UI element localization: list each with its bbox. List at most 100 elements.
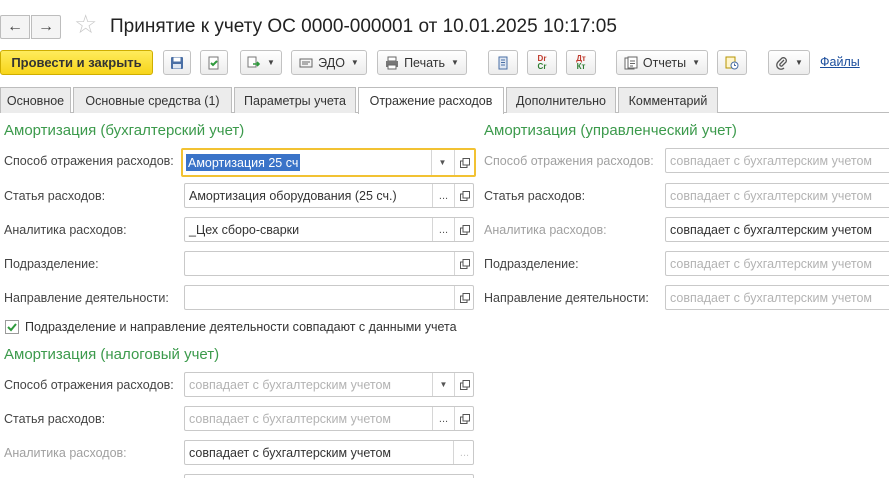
management-section-title: Амортизация (управленческий учет) — [484, 122, 737, 139]
ellipsis-icon[interactable]: ... — [432, 407, 454, 430]
accounting-item-label: Статья расходов: — [4, 189, 106, 203]
dt-kt-button[interactable]: Дт Кт — [566, 50, 596, 75]
print-button[interactable]: Печать ▼ — [377, 50, 467, 75]
tax-analytics-label: Аналитика расходов: — [4, 446, 127, 460]
history-button[interactable] — [717, 50, 747, 75]
attachments-button[interactable]: ▼ — [768, 50, 810, 75]
management-division-label: Подразделение: — [484, 257, 579, 271]
report-icon — [624, 56, 638, 69]
management-analytics-value: совпадает с бухгалтерским учетом — [670, 222, 873, 237]
reports-button[interactable]: Отчеты ▼ — [616, 50, 708, 75]
document-clock-icon — [725, 56, 739, 69]
floppy-disk-icon — [171, 56, 183, 69]
arrow-right-icon: → — [38, 18, 54, 35]
chevron-down-icon: ▼ — [692, 58, 701, 67]
tab-main[interactable]: Основное — [0, 87, 71, 113]
accounting-analytics-value: _Цех сборо-сварки — [189, 222, 300, 237]
favorite-star-icon[interactable]: ☆ — [74, 11, 97, 37]
same-as-accounting-label[interactable]: Подразделение и направление деятельности… — [25, 320, 457, 334]
management-analytics-field[interactable]: совпадает с бухгалтерским учетом — [665, 217, 889, 242]
files-link[interactable]: Файлы — [820, 55, 860, 69]
ellipsis-icon[interactable]: ... — [432, 184, 454, 207]
post-and-close-button[interactable]: Провести и закрыть — [0, 50, 153, 75]
management-division-placeholder: совпадает с бухгалтерским учетом — [670, 256, 873, 271]
accounting-method-label: Способ отражения расходов: — [4, 154, 174, 168]
chevron-down-icon: ▼ — [267, 58, 275, 67]
document-title: Принятие к учету ОС 0000-000001 от 10.01… — [110, 16, 617, 37]
open-icon[interactable] — [454, 218, 473, 241]
kt-text: Кт — [576, 61, 586, 71]
tax-method-placeholder: совпадает с бухгалтерским учетом — [189, 377, 392, 392]
post-button[interactable] — [200, 50, 228, 75]
ellipsis-icon[interactable]: ... — [432, 218, 454, 241]
management-analytics-label: Аналитика расходов: — [484, 223, 607, 237]
create-based-on-icon — [247, 56, 261, 67]
tax-analytics-field[interactable]: совпадает с бухгалтерским учетом ... — [184, 440, 474, 465]
accounting-analytics-field[interactable]: _Цех сборо-сварки ... — [184, 217, 474, 242]
open-icon[interactable] — [454, 373, 473, 396]
management-item-field[interactable]: совпадает с бухгалтерским учетом — [665, 183, 889, 208]
forward-button[interactable]: → — [31, 15, 61, 39]
dr-cr-button[interactable]: Dr Cr — [527, 50, 557, 75]
cr-text: Cr — [537, 61, 547, 71]
open-icon[interactable] — [454, 252, 473, 275]
edo-icon — [299, 58, 313, 67]
management-method-placeholder: совпадает с бухгалтерским учетом — [670, 153, 873, 168]
ellipsis-icon: ... — [453, 441, 473, 464]
accounting-section-title: Амортизация (бухгалтерский учет) — [4, 122, 245, 139]
tab-comment[interactable]: Комментарий — [618, 87, 718, 113]
print-label: Печать — [404, 55, 446, 70]
accounting-method-field[interactable]: Амортизация 25 сч ▼ — [181, 148, 476, 177]
chevron-down-icon: ▼ — [451, 58, 459, 67]
post-document-icon — [208, 56, 219, 69]
accounting-division-label: Подразделение: — [4, 257, 99, 271]
management-activity-field[interactable]: совпадает с бухгалтерским учетом — [665, 285, 889, 310]
create-based-on-button[interactable]: ▼ — [240, 50, 282, 75]
open-icon[interactable] — [454, 407, 473, 430]
tax-method-field[interactable]: совпадает с бухгалтерским учетом ▼ — [184, 372, 474, 397]
accounting-analytics-label: Аналитика расходов: — [4, 223, 127, 237]
tax-item-field[interactable]: совпадает с бухгалтерским учетом ... — [184, 406, 474, 431]
accounting-item-value: Амортизация оборудования (25 сч.) — [189, 188, 397, 203]
tax-item-placeholder: совпадает с бухгалтерским учетом — [189, 411, 392, 426]
checkmark-icon — [7, 323, 17, 332]
tab-accounting-params[interactable]: Параметры учета — [234, 87, 356, 113]
accounting-method-value: Амортизация 25 сч — [186, 154, 301, 171]
printer-icon — [386, 56, 399, 69]
management-item-placeholder: совпадает с бухгалтерским учетом — [670, 188, 873, 203]
tax-next-field[interactable] — [184, 474, 474, 478]
tax-item-label: Статья расходов: — [4, 412, 106, 426]
same-as-accounting-checkbox[interactable] — [5, 320, 19, 334]
management-activity-placeholder: совпадает с бухгалтерским учетом — [670, 290, 873, 305]
accounting-item-field[interactable]: Амортизация оборудования (25 сч.) ... — [184, 183, 474, 208]
open-icon[interactable] — [454, 150, 474, 175]
title-bar: ← → ☆ Принятие к учету ОС 0000-000001 от… — [0, 0, 889, 44]
edo-label: ЭДО — [318, 55, 345, 70]
structure-button[interactable] — [488, 50, 518, 75]
chevron-down-icon: ▼ — [350, 58, 359, 67]
save-button[interactable] — [163, 50, 191, 75]
arrow-left-icon: ← — [7, 18, 23, 35]
tax-analytics-value: совпадает с бухгалтерским учетом — [189, 445, 392, 460]
management-division-field[interactable]: совпадает с бухгалтерским учетом — [665, 251, 889, 276]
management-item-label: Статья расходов: — [484, 189, 586, 203]
accounting-division-field[interactable] — [184, 251, 474, 276]
tab-fixed-assets[interactable]: Основные средства (1) — [73, 87, 232, 113]
tax-method-label: Способ отражения расходов: — [4, 378, 174, 392]
chevron-down-icon[interactable]: ▼ — [431, 150, 453, 175]
chevron-down-icon: ▼ — [795, 58, 803, 67]
open-icon[interactable] — [454, 286, 473, 309]
document-list-icon — [498, 56, 508, 69]
back-button[interactable]: ← — [0, 15, 30, 39]
accounting-activity-field[interactable] — [184, 285, 474, 310]
chevron-down-icon[interactable]: ▼ — [432, 373, 454, 396]
edo-button[interactable]: ЭДО ▼ — [291, 50, 367, 75]
tax-section-title: Амортизация (налоговый учет) — [4, 346, 220, 363]
management-method-label: Способ отражения расходов: — [484, 154, 654, 168]
tab-additional[interactable]: Дополнительно — [506, 87, 616, 113]
open-icon[interactable] — [454, 184, 473, 207]
tab-bar: Основное Основные средства (1) Параметры… — [0, 87, 889, 114]
reports-label: Отчеты — [642, 55, 687, 70]
management-method-field[interactable]: совпадает с бухгалтерским учетом — [665, 148, 889, 173]
tab-expense-reflection[interactable]: Отражение расходов — [358, 87, 504, 114]
